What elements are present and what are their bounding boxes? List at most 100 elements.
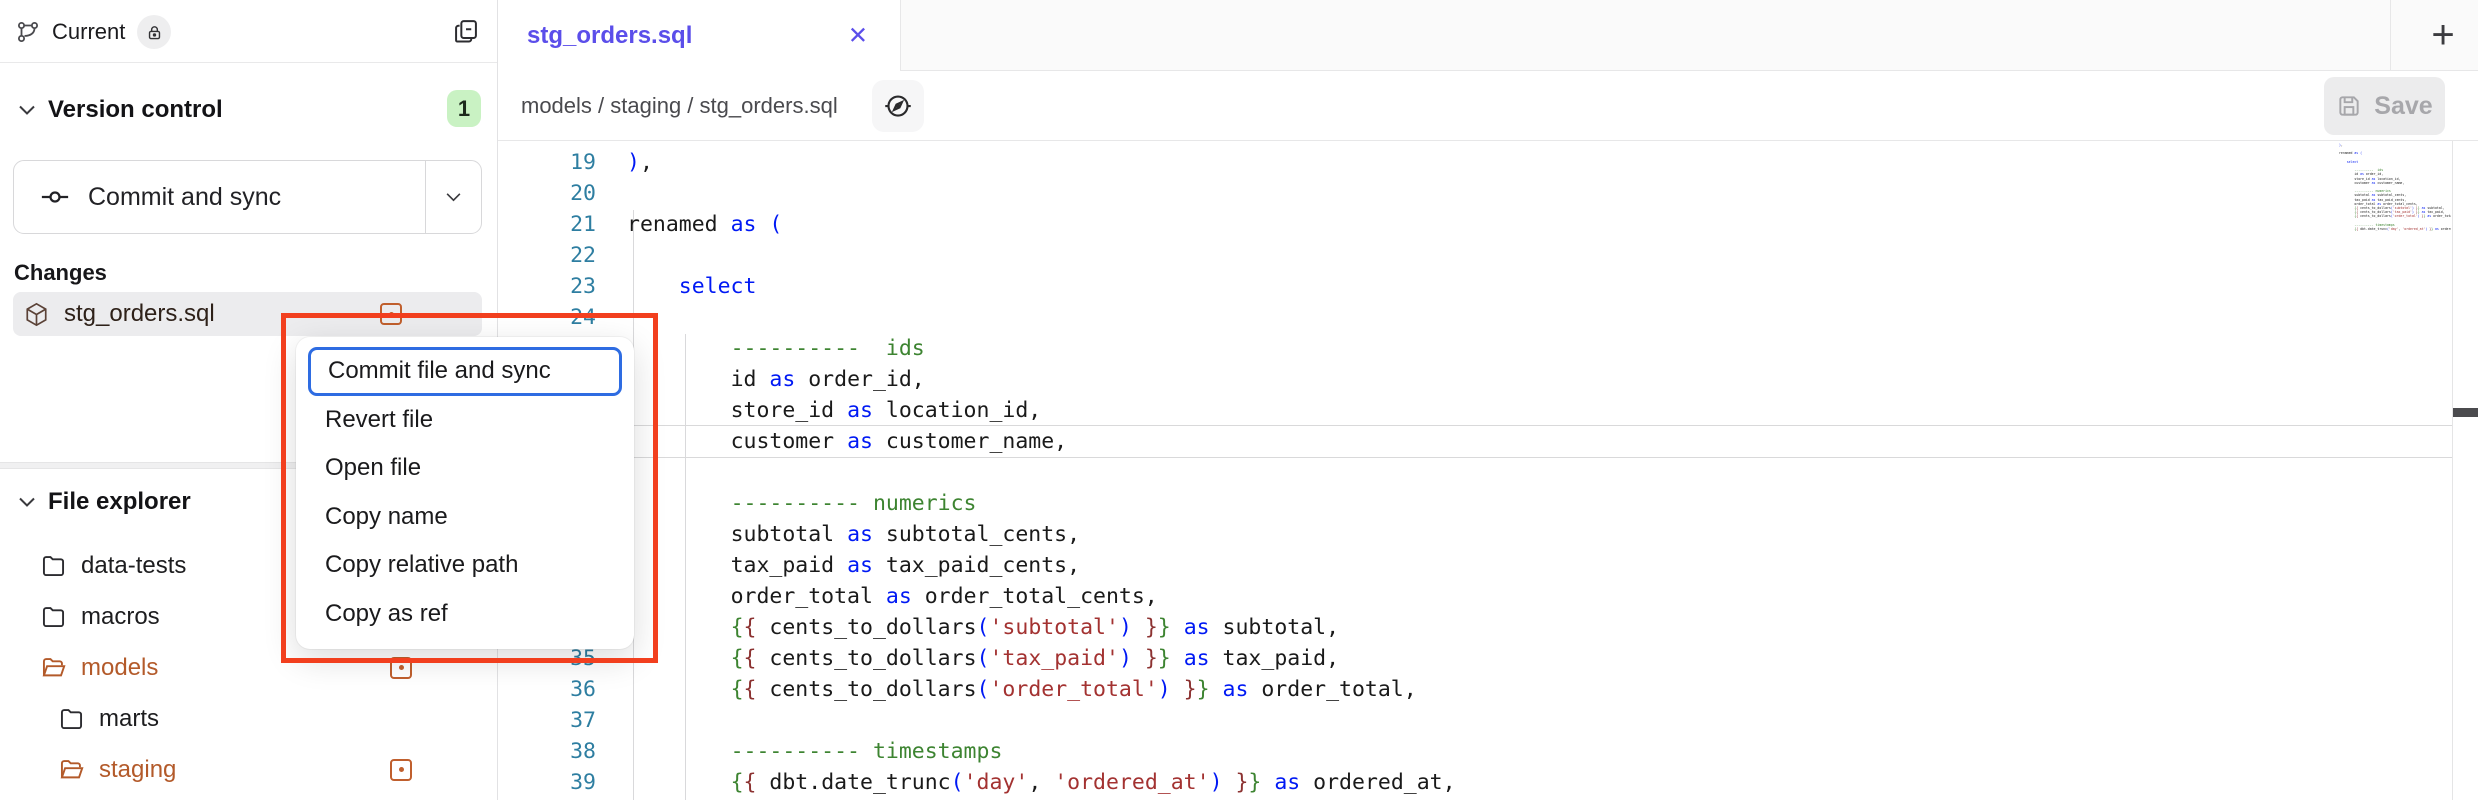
code-text: {{ cents_to_dollars('order_total') }} as… bbox=[627, 674, 1417, 705]
changes-count-badge: 1 bbox=[447, 90, 481, 127]
code-row: 23 select bbox=[498, 271, 2452, 302]
file-explorer-title: File explorer bbox=[48, 488, 191, 516]
code-text: ---------- timestamps bbox=[627, 736, 1002, 767]
breadcrumb: models / staging / stg_orders.sql bbox=[521, 93, 838, 119]
save-icon bbox=[2336, 93, 2362, 119]
line-number: 36 bbox=[498, 674, 596, 705]
red-annotation-box bbox=[281, 313, 658, 663]
commit-and-sync-button[interactable]: Commit and sync bbox=[13, 160, 482, 234]
code-text: tax_paid as tax_paid_cents, bbox=[627, 550, 1080, 581]
branch-readonly-chip bbox=[137, 15, 171, 49]
commit-and-sync-main[interactable]: Commit and sync bbox=[14, 161, 427, 233]
code-row: 38 ---------- timestamps bbox=[498, 736, 2452, 767]
tab-close-icon[interactable]: ✕ bbox=[848, 21, 868, 50]
line-number: 23 bbox=[498, 271, 596, 302]
plus-icon: + bbox=[2431, 13, 2454, 58]
changed-file-name: stg_orders.sql bbox=[64, 300, 215, 328]
model-cube-icon bbox=[23, 301, 50, 328]
save-button[interactable]: Save bbox=[2324, 77, 2445, 135]
lineage-compass-button[interactable] bbox=[872, 80, 924, 132]
code-row: 33 order_total as order_total_cents, bbox=[498, 581, 2452, 612]
folder-label: data-tests bbox=[81, 552, 186, 580]
code-text: {{ cents_to_dollars('subtotal') }} as su… bbox=[627, 612, 1339, 643]
code-row: 39 {{ dbt.date_trunc('day', 'ordered_at'… bbox=[498, 767, 2452, 798]
code-text: ---------- numerics bbox=[627, 488, 977, 519]
folder-open-icon bbox=[58, 756, 85, 783]
editor-header: models / staging / stg_orders.sql Save bbox=[498, 71, 2478, 141]
folder-open-icon bbox=[40, 654, 67, 681]
chevron-down-icon bbox=[445, 192, 462, 202]
editor-tab-bar: stg_orders.sql ✕ + bbox=[498, 0, 2478, 71]
code-row: 26 id as order_id, bbox=[498, 364, 2452, 395]
code-text: {{ dbt.date_trunc('day', 'ordered_at') }… bbox=[627, 767, 1456, 798]
copy-icon bbox=[452, 17, 480, 45]
file-explorer-item-marts[interactable]: marts bbox=[0, 693, 497, 744]
chevron-down-icon bbox=[18, 105, 36, 116]
code-text: ---------- ids bbox=[627, 333, 925, 364]
line-number: 21 bbox=[498, 209, 596, 240]
code-text: ), bbox=[627, 147, 653, 178]
code-row: 21 renamed as ( bbox=[498, 209, 2452, 240]
code-row: 34 {{ cents_to_dollars('subtotal') }} as… bbox=[498, 612, 2452, 643]
line-number: 20 bbox=[498, 178, 596, 209]
commit-and-sync-label: Commit and sync bbox=[88, 183, 281, 212]
folder-icon bbox=[40, 552, 67, 579]
line-number: 39 bbox=[498, 767, 596, 798]
branch-bar: Current bbox=[0, 0, 497, 63]
tab-label: stg_orders.sql bbox=[527, 22, 692, 50]
folder-label: staging bbox=[99, 756, 176, 784]
changes-label: Changes bbox=[14, 260, 107, 286]
code-row: 36 {{ cents_to_dollars('order_total') }}… bbox=[498, 674, 2452, 705]
tab-stg-orders[interactable]: stg_orders.sql ✕ bbox=[498, 0, 901, 71]
chevron-down-icon bbox=[18, 497, 36, 508]
line-number: 38 bbox=[498, 736, 596, 767]
code-row: 35 {{ cents_to_dollars('tax_paid') }} as… bbox=[498, 643, 2452, 674]
lock-icon bbox=[146, 24, 163, 41]
commit-options-button[interactable] bbox=[425, 161, 481, 233]
code-area[interactable]: 19),2021renamed as (2223 select2425 ----… bbox=[498, 141, 2452, 800]
folder-modified-icon bbox=[390, 759, 412, 781]
branch-selector[interactable]: Current bbox=[16, 12, 171, 52]
code-text: renamed as ( bbox=[627, 209, 782, 240]
app-root: Current bbox=[0, 0, 2478, 800]
code-row: 29 bbox=[498, 457, 2452, 488]
code-text: customer as customer_name, bbox=[627, 426, 1067, 457]
code-row: 31 subtotal as subtotal_cents, bbox=[498, 519, 2452, 550]
code-row: 20 bbox=[498, 178, 2452, 209]
scrollbar-marker bbox=[2453, 408, 2478, 417]
folder-label: macros bbox=[81, 603, 160, 631]
version-control-section-header[interactable]: Version control 1 bbox=[0, 86, 497, 134]
save-label: Save bbox=[2374, 92, 2432, 121]
new-tab-button[interactable]: + bbox=[2408, 0, 2478, 70]
branch-label: Current bbox=[52, 19, 125, 45]
folder-label: models bbox=[81, 654, 158, 682]
code-row: 19), bbox=[498, 147, 2452, 178]
copy-button[interactable] bbox=[449, 14, 483, 48]
code-text: id as order_id, bbox=[627, 364, 925, 395]
code-text: order_total as order_total_cents, bbox=[627, 581, 1158, 612]
tabbar-divider bbox=[2390, 0, 2391, 70]
line-number: 22 bbox=[498, 240, 596, 271]
line-number: 19 bbox=[498, 147, 596, 178]
code-row: 27 store_id as location_id, bbox=[498, 395, 2452, 426]
folder-icon bbox=[40, 603, 67, 630]
folder-label: marts bbox=[99, 705, 159, 733]
code-text: subtotal as subtotal_cents, bbox=[627, 519, 1080, 550]
code-row: 32 tax_paid as tax_paid_cents, bbox=[498, 550, 2452, 581]
editor-pane: stg_orders.sql ✕ + models / staging / st… bbox=[498, 0, 2478, 800]
code-row: 24 bbox=[498, 302, 2452, 333]
commit-icon bbox=[40, 182, 70, 212]
code-row: 28 customer as customer_name, bbox=[498, 426, 2452, 457]
code-text: store_id as location_id, bbox=[627, 395, 1041, 426]
code-row: 30 ---------- numerics bbox=[498, 488, 2452, 519]
line-number: 37 bbox=[498, 705, 596, 736]
file-explorer-item-staging[interactable]: staging bbox=[0, 744, 497, 795]
compass-icon bbox=[883, 91, 913, 121]
folder-icon bbox=[58, 705, 85, 732]
code-text: {{ cents_to_dollars('tax_paid') }} as ta… bbox=[627, 643, 1339, 674]
scrollbar-gutter[interactable] bbox=[2452, 141, 2478, 800]
code-text: select bbox=[627, 271, 756, 302]
minimap[interactable]: ), renamed as ( select ---------- ids id… bbox=[2339, 143, 2451, 231]
git-branch-icon bbox=[16, 20, 40, 44]
code-row: 22 bbox=[498, 240, 2452, 271]
